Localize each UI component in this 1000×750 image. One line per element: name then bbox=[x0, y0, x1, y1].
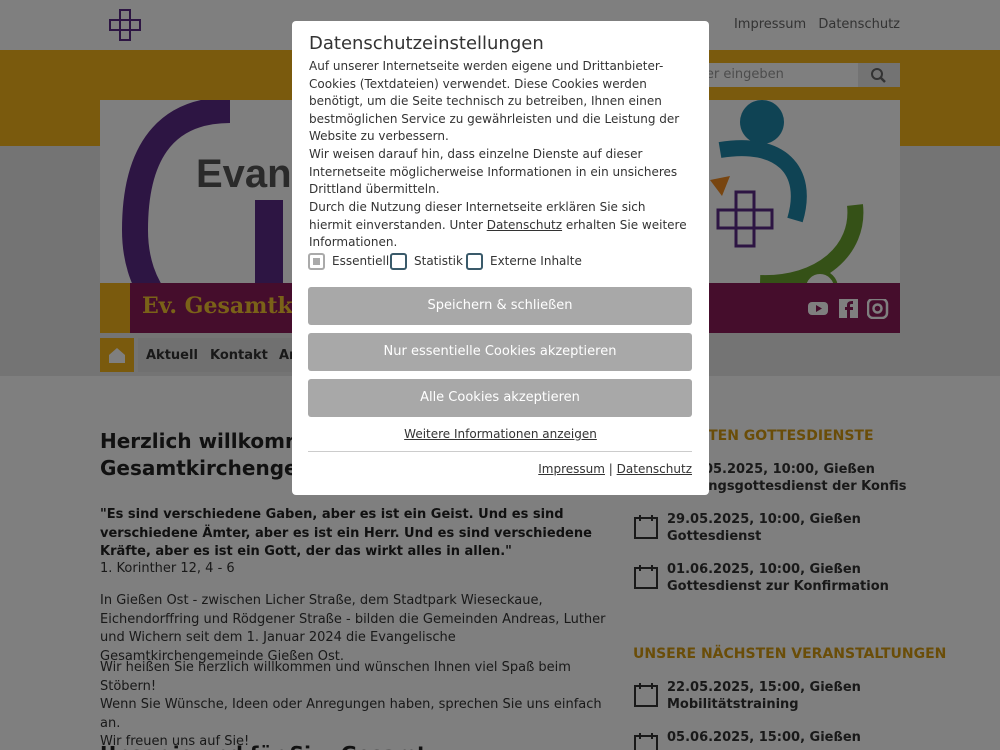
dialog-divider bbox=[308, 451, 692, 452]
cookie-consent-dialog: Datenschutzeinstellungen Auf unserer Int… bbox=[292, 21, 709, 495]
dialog-text-cookies: Auf unserer Internetseite werden eigene … bbox=[309, 59, 680, 143]
dialog-footer-links: Impressum | Datenschutz bbox=[538, 462, 692, 476]
datenschutz-inline-link[interactable]: Datenschutz bbox=[487, 218, 562, 232]
checkbox-label: Statistik bbox=[414, 254, 463, 268]
footer-separator: | bbox=[604, 462, 617, 476]
checkbox-box[interactable] bbox=[390, 253, 407, 270]
accept-all-button[interactable]: Alle Cookies akzeptieren bbox=[308, 379, 692, 417]
accept-essential-button[interactable]: Nur essentielle Cookies akzeptieren bbox=[308, 333, 692, 371]
save-and-close-button[interactable]: Speichern & schließen bbox=[308, 287, 692, 325]
footer-impressum-link[interactable]: Impressum bbox=[538, 462, 605, 476]
checkbox-box[interactable] bbox=[466, 253, 483, 270]
dialog-text-consent: Durch die Nutzung dieser Internetseite e… bbox=[309, 199, 689, 252]
checkbox-box[interactable] bbox=[308, 253, 325, 270]
dialog-text-thirdcountry: Wir weisen darauf hin, dass einzelne Die… bbox=[309, 147, 678, 196]
more-info-link[interactable]: Weitere Informationen anzeigen bbox=[292, 427, 709, 441]
footer-datenschutz-link[interactable]: Datenschutz bbox=[617, 462, 692, 476]
dialog-title: Datenschutzeinstellungen bbox=[309, 33, 544, 54]
checkbox-label: Essentiell bbox=[332, 254, 390, 268]
checkbox-label: Externe Inhalte bbox=[490, 254, 582, 268]
